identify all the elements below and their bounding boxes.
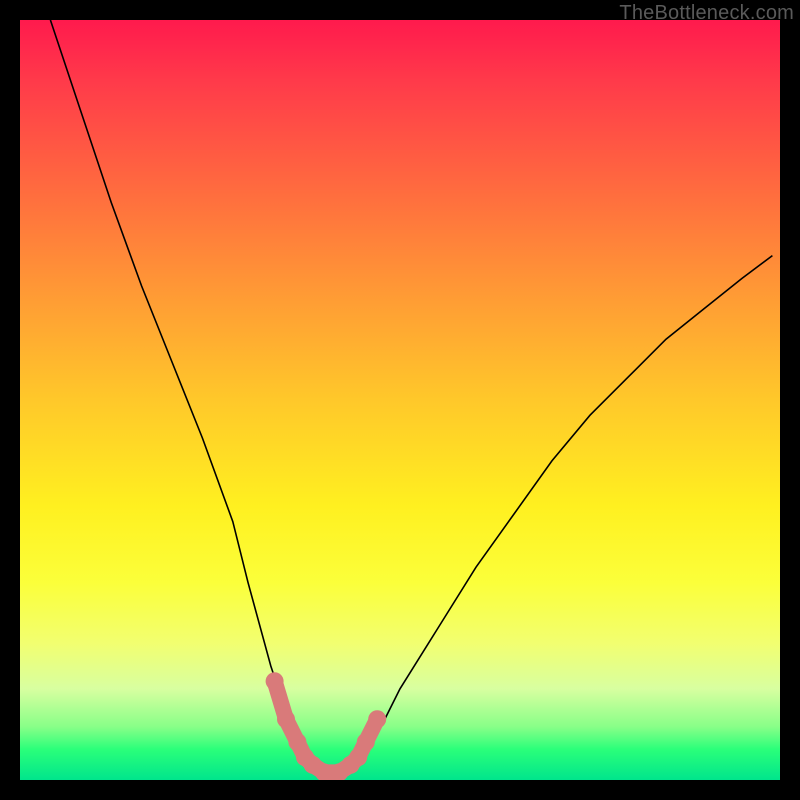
chart-plot-area: [20, 20, 780, 780]
bottom-marker-dot: [266, 672, 284, 690]
bottom-marker-dot: [368, 710, 386, 728]
bottom-marker-dot: [277, 710, 295, 728]
bottom-marker-dot: [357, 733, 375, 751]
bottom-marker-dots: [266, 672, 387, 780]
bottleneck-curve-line: [50, 20, 772, 772]
chart-svg: [20, 20, 780, 780]
watermark-text: TheBottleneck.com: [619, 2, 794, 25]
